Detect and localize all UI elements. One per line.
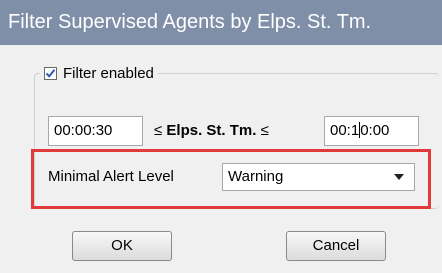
max-elapsed-time-input[interactable]: 00:10:00 — [324, 116, 419, 146]
dropdown-arrow-icon[interactable] — [394, 174, 404, 180]
max-time-text-before-cursor: 00:1 — [330, 122, 360, 139]
alert-level-dropdown[interactable]: Warning — [222, 163, 415, 191]
filter-enabled-toggle[interactable]: Filter enabled — [40, 62, 158, 84]
filter-enabled-label: Filter enabled — [63, 64, 154, 82]
dialog-title: Filter Supervised Agents by Elps. St. Tm… — [0, 0, 442, 45]
elapsed-start-time-label: Elps. St. Tm. — [166, 122, 257, 139]
ok-button[interactable]: OK — [72, 231, 172, 261]
text-cursor — [359, 122, 361, 139]
filter-dialog: Filter Supervised Agents by Elps. St. Tm… — [0, 0, 442, 273]
less-equal-symbol: ≤ — [154, 122, 163, 139]
minimal-alert-level-label: Minimal Alert Level — [48, 168, 174, 185]
max-time-text-after-cursor: 0:00 — [360, 122, 390, 139]
filter-enabled-checkbox[interactable] — [44, 66, 57, 80]
checkmark-icon — [45, 68, 56, 78]
alert-level-selected: Warning — [228, 168, 284, 185]
cancel-button[interactable]: Cancel — [286, 231, 386, 261]
min-elapsed-time-input[interactable]: 00:00:30 — [48, 116, 143, 146]
elapsed-time-range-label: ≤ Elps. St. Tm. ≤ — [154, 116, 269, 146]
less-equal-symbol: ≤ — [260, 122, 269, 139]
